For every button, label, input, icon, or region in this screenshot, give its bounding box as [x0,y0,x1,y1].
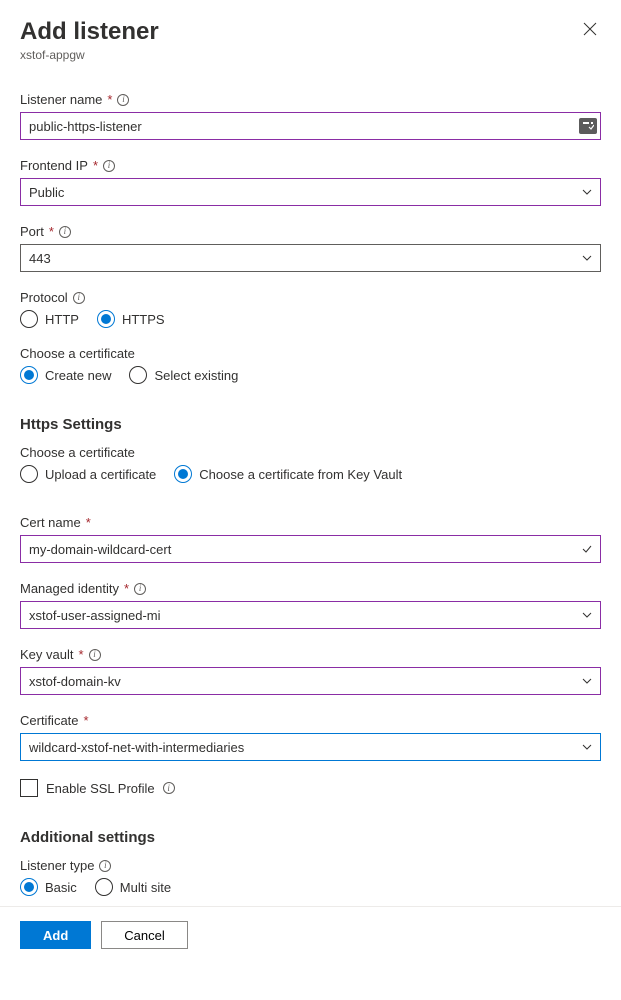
listener-type-multi-radio[interactable]: Multi site [95,878,171,896]
chevron-down-icon [582,610,592,620]
check-icon [582,544,592,554]
radio-icon [97,310,115,328]
listener-name-input[interactable] [20,112,601,140]
cert-select-existing-radio[interactable]: Select existing [129,366,238,384]
cancel-button[interactable]: Cancel [101,921,187,949]
required-marker: * [93,158,98,173]
key-vault-value: xstof-domain-kv [29,674,121,689]
cert-create-new-label: Create new [45,368,111,383]
managed-identity-value: xstof-user-assigned-mi [29,608,161,623]
radio-icon [95,878,113,896]
key-vault-label: Key vault [20,647,73,662]
radio-icon [20,366,38,384]
chevron-down-icon [582,742,592,752]
info-icon[interactable]: i [117,94,129,106]
radio-icon [20,878,38,896]
info-icon[interactable]: i [59,226,71,238]
required-marker: * [84,713,89,728]
cert-upload-radio[interactable]: Upload a certificate [20,465,156,483]
choose-cert1-label: Choose a certificate [20,346,135,361]
managed-identity-label: Managed identity [20,581,119,596]
protocol-label: Protocol [20,290,68,305]
required-marker: * [49,224,54,239]
chevron-down-icon [582,253,592,263]
listener-type-basic-radio[interactable]: Basic [20,878,77,896]
managed-identity-select[interactable]: xstof-user-assigned-mi [20,601,601,629]
protocol-https-label: HTTPS [122,312,165,327]
enable-ssl-label: Enable SSL Profile [46,781,155,796]
protocol-http-label: HTTP [45,312,79,327]
key-vault-select[interactable]: xstof-domain-kv [20,667,601,695]
info-icon[interactable]: i [103,160,115,172]
chevron-down-icon [582,187,592,197]
radio-icon [20,465,38,483]
footer: Add Cancel [0,906,621,963]
cert-upload-label: Upload a certificate [45,467,156,482]
frontend-ip-label: Frontend IP [20,158,88,173]
certificate-label: Certificate [20,713,79,728]
cert-name-value: my-domain-wildcard-cert [29,542,171,557]
info-icon[interactable]: i [163,782,175,794]
cert-keyvault-radio[interactable]: Choose a certificate from Key Vault [174,465,402,483]
listener-type-basic-label: Basic [45,880,77,895]
add-button[interactable]: Add [20,921,91,949]
cert-create-new-radio[interactable]: Create new [20,366,111,384]
port-value: 443 [29,251,51,266]
protocol-http-radio[interactable]: HTTP [20,310,79,328]
listener-name-label: Listener name [20,92,102,107]
required-marker: * [107,92,112,107]
frontend-ip-value: Public [29,185,64,200]
required-marker: * [124,581,129,596]
page-title: Add listener [20,18,159,46]
cert-name-label: Cert name [20,515,81,530]
protocol-https-radio[interactable]: HTTPS [97,310,165,328]
https-settings-heading: Https Settings [20,416,601,433]
radio-icon [20,310,38,328]
port-label: Port [20,224,44,239]
cert-select-existing-label: Select existing [154,368,238,383]
radio-icon [129,366,147,384]
certificate-value: wildcard-xstof-net-with-intermediaries [29,740,244,755]
input-suggestion-icon[interactable] [579,118,597,134]
cert-name-select[interactable]: my-domain-wildcard-cert [20,535,601,563]
radio-icon [174,465,192,483]
listener-type-multi-label: Multi site [120,880,171,895]
required-marker: * [78,647,83,662]
frontend-ip-select[interactable]: Public [20,178,601,206]
info-icon[interactable]: i [89,649,101,661]
chevron-down-icon [582,676,592,686]
cert-keyvault-label: Choose a certificate from Key Vault [199,467,402,482]
required-marker: * [86,515,91,530]
additional-settings-heading: Additional settings [20,829,601,846]
close-icon[interactable] [579,18,601,44]
certificate-select[interactable]: wildcard-xstof-net-with-intermediaries [20,733,601,761]
listener-type-label: Listener type [20,858,94,873]
info-icon[interactable]: i [99,860,111,872]
port-select[interactable]: 443 [20,244,601,272]
info-icon[interactable]: i [134,583,146,595]
enable-ssl-checkbox[interactable] [20,779,38,797]
resource-subtitle: xstof-appgw [20,48,159,62]
choose-cert2-label: Choose a certificate [20,445,135,460]
info-icon[interactable]: i [73,292,85,304]
